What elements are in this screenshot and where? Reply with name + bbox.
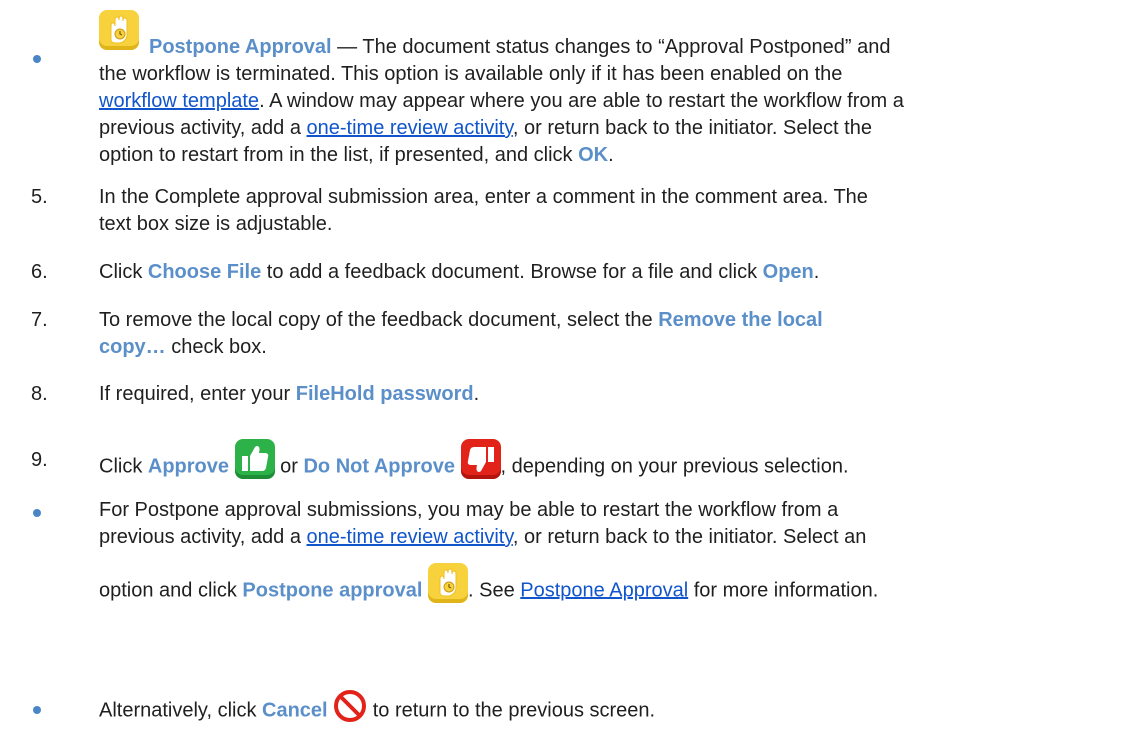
text: option and click	[99, 579, 243, 602]
text: previous activity, add a	[99, 117, 307, 139]
thumbs-up-icon	[234, 439, 275, 479]
text: .	[608, 144, 614, 166]
step-8: 8. If required, enter your FileHold pass…	[0, 381, 1139, 409]
dash: —	[331, 36, 363, 58]
text: or	[274, 455, 304, 478]
cancel-keyword: Cancel	[262, 699, 328, 722]
postpone-approval-title: Postpone Approval	[149, 36, 332, 58]
text: . See	[468, 579, 521, 602]
ok-keyword: OK	[578, 144, 609, 166]
one-time-review-activity-link[interactable]: one-time review activity	[307, 526, 513, 548]
step-9: 9. Click Approve or Do Not Approve , dep…	[0, 427, 1139, 479]
text: .	[473, 383, 480, 405]
text: , depending on your previous selection.	[500, 455, 849, 478]
text: previous activity, add a	[99, 526, 307, 548]
do-not-approve-keyword: Do Not Approve	[303, 455, 455, 478]
hand-clock-icon	[428, 563, 469, 603]
no-entry-icon	[333, 689, 367, 723]
text: If required, enter your	[99, 383, 296, 405]
step-6: 6. Click Choose File to add a feedback d…	[0, 259, 1139, 287]
text: For Postpone approval submissions, you m…	[99, 499, 839, 521]
choose-file-keyword: Choose File	[147, 261, 262, 283]
step-number: 9.	[31, 449, 48, 471]
postpone-submission-bullet: For Postpone approval submissions, you m…	[0, 497, 1139, 633]
step-number: 5.	[31, 186, 48, 208]
text: the workflow is terminated. This option …	[99, 63, 843, 85]
text: option to restart from in the list, if p…	[99, 144, 579, 166]
text: for more information.	[688, 579, 879, 602]
text: to return to the previous screen.	[367, 699, 656, 722]
workflow-template-link[interactable]: workflow template	[99, 90, 259, 112]
text: Alternatively, click	[99, 699, 263, 722]
bullet-dot	[33, 509, 41, 517]
postpone-approval-item: Postpone Approval — The document status …	[0, 10, 1139, 166]
text: , or return back to the initiator. Selec…	[512, 526, 867, 548]
cancel-bullet: Alternatively, click Cancel to return to…	[0, 690, 1139, 728]
remove-local-copy-keyword-cont: copy…	[99, 336, 166, 358]
step-number: 6.	[31, 261, 48, 283]
step-7: 7. To remove the local copy of the feedb…	[0, 307, 1139, 363]
postpone-approval-keyword: Postpone approval	[242, 579, 423, 602]
text: Click	[99, 261, 148, 283]
thumbs-down-icon	[460, 439, 501, 479]
step-5: 5. In the Complete approval submission a…	[0, 184, 1139, 240]
step-text: In the Complete approval submission area…	[99, 186, 868, 208]
text: Click	[99, 455, 148, 478]
text: to add a feedback document. Browse for a…	[261, 261, 763, 283]
postpone-approval-link[interactable]: Postpone Approval	[520, 579, 688, 601]
filehold-password-keyword: FileHold password	[295, 383, 474, 405]
open-keyword: Open	[762, 261, 814, 283]
step-number: 8.	[31, 383, 48, 405]
text: , or return back to the initiator. Selec…	[512, 117, 872, 139]
text: The document status changes to “Approval…	[362, 36, 891, 58]
text: . A window may appear where you are able…	[259, 90, 904, 112]
remove-local-copy-keyword: Remove the local	[658, 309, 823, 331]
text: To remove the local copy of the feedback…	[99, 309, 659, 331]
bullet-dot	[33, 706, 41, 714]
text: check box.	[165, 336, 267, 358]
step-text: text box size is adjustable.	[99, 213, 333, 235]
bullet-dot	[33, 55, 41, 63]
approve-keyword: Approve	[147, 455, 230, 478]
text: .	[813, 261, 820, 283]
one-time-review-activity-link[interactable]: one-time review activity	[307, 117, 513, 139]
step-number: 7.	[31, 309, 48, 331]
postpone-description: Postpone Approval — The document status …	[99, 34, 1099, 169]
